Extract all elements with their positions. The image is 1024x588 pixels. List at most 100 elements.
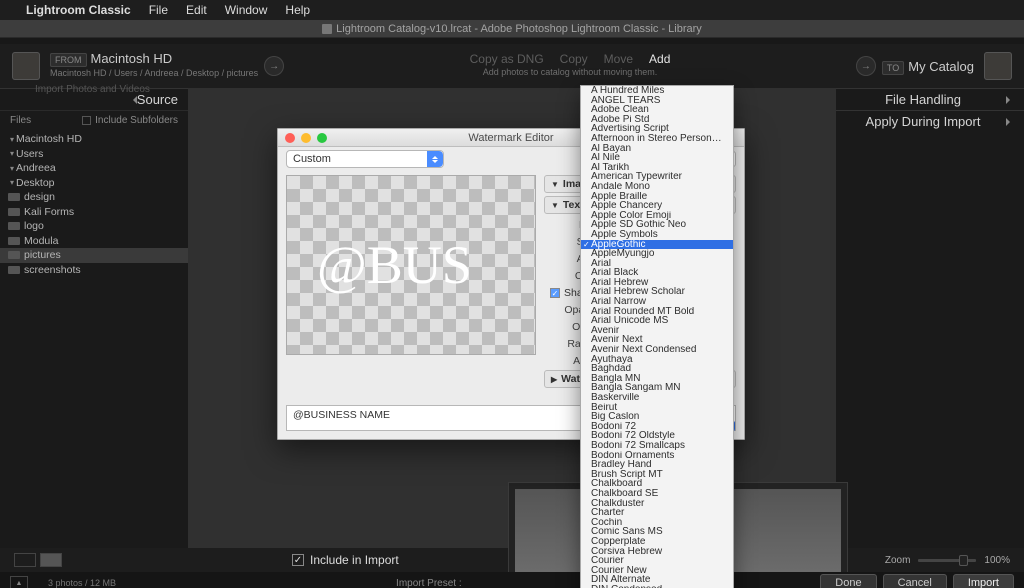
font-option[interactable]: Courier New: [581, 566, 733, 576]
font-option[interactable]: Andale Mono: [581, 182, 733, 192]
font-option[interactable]: DIN Alternate: [581, 575, 733, 585]
view-mode-switch[interactable]: [14, 553, 62, 567]
op-copy[interactable]: Copy: [560, 53, 588, 66]
view-loupe-icon[interactable]: [40, 553, 62, 567]
font-option[interactable]: Avenir Next Condensed: [581, 345, 733, 355]
to-label: TO: [882, 61, 904, 75]
font-option[interactable]: Arial: [581, 259, 733, 269]
font-option[interactable]: Bangla MN: [581, 374, 733, 384]
minimize-icon[interactable]: [301, 133, 311, 143]
font-option[interactable]: Al Tarikh: [581, 163, 733, 173]
font-option[interactable]: Baghdad: [581, 364, 733, 374]
font-option[interactable]: Adobe Pi Std: [581, 115, 733, 125]
tree-row: ▾Desktop: [0, 176, 188, 191]
op-copy-dng[interactable]: Copy as DNG: [470, 53, 544, 66]
shadow-checkbox[interactable]: ✓: [550, 288, 560, 298]
font-option[interactable]: Arial Hebrew: [581, 278, 733, 288]
font-option[interactable]: Adobe Clean: [581, 105, 733, 115]
font-option[interactable]: Beirut: [581, 403, 733, 413]
font-option[interactable]: American Typewriter: [581, 172, 733, 182]
font-dropdown-menu[interactable]: A Hundred MilesANGEL TEARSAdobe CleanAdo…: [580, 85, 734, 588]
file-handling-header[interactable]: File Handling: [836, 88, 1024, 110]
font-option[interactable]: Bodoni 72 Oldstyle: [581, 431, 733, 441]
window-title: Lightroom Catalog-v10.lrcat - Adobe Phot…: [336, 23, 702, 35]
view-grid-icon[interactable]: [14, 553, 36, 567]
op-add[interactable]: Add: [649, 53, 670, 66]
font-option[interactable]: ANGEL TEARS: [581, 96, 733, 106]
source-nav-button[interactable]: →: [264, 56, 284, 76]
font-option[interactable]: Bodoni 72 Smallcaps: [581, 441, 733, 451]
zoom-slider[interactable]: [918, 559, 976, 562]
chevron-updown-icon[interactable]: [427, 151, 443, 167]
app-menu[interactable]: Lightroom Classic: [26, 3, 131, 17]
include-in-import-label: Include in Import: [310, 553, 399, 567]
font-option[interactable]: Bodoni 72: [581, 422, 733, 432]
font-option[interactable]: Avenir Next: [581, 335, 733, 345]
include-subfolders-checkbox[interactable]: [82, 116, 91, 125]
expand-icon[interactable]: ▲: [10, 576, 28, 588]
font-option[interactable]: Bodoni Ornaments: [581, 451, 733, 461]
font-option[interactable]: Brush Script MT: [581, 470, 733, 480]
zoom-window-icon[interactable]: [317, 133, 327, 143]
right-panel: File Handling Apply During Import: [836, 88, 1024, 548]
from-volume[interactable]: Macintosh HD: [91, 51, 173, 66]
done-button[interactable]: Done: [820, 574, 876, 588]
to-volume[interactable]: My Catalog: [908, 59, 974, 74]
zoom-thumb[interactable]: [959, 555, 968, 566]
tree-row: ▾Andreea: [0, 161, 188, 176]
folder-tree[interactable]: ▾Macintosh HD ▾Users ▾Andreea ▾Desktop d…: [0, 130, 188, 548]
font-option[interactable]: Chalkboard: [581, 479, 733, 489]
font-option[interactable]: Apple Color Emoji: [581, 211, 733, 221]
font-option[interactable]: Big Caslon: [581, 412, 733, 422]
font-option[interactable]: Arial Rounded MT Bold: [581, 307, 733, 317]
include-in-import-checkbox[interactable]: ✓: [292, 554, 304, 566]
font-option[interactable]: Arial Black: [581, 268, 733, 278]
menu-file[interactable]: File: [149, 3, 168, 17]
cancel-button[interactable]: Cancel: [883, 574, 947, 588]
folder-icon: [8, 251, 20, 259]
font-option[interactable]: Avenir: [581, 326, 733, 336]
font-option[interactable]: Corsiva Hebrew: [581, 547, 733, 557]
font-option[interactable]: Apple Chancery: [581, 201, 733, 211]
font-option[interactable]: Arial Unicode MS: [581, 316, 733, 326]
font-option[interactable]: Chalkboard SE: [581, 489, 733, 499]
font-option[interactable]: Comic Sans MS: [581, 527, 733, 537]
font-option[interactable]: Arial Narrow: [581, 297, 733, 307]
font-option[interactable]: Al Nile: [581, 153, 733, 163]
font-option[interactable]: Charter: [581, 508, 733, 518]
tree-row-selected: pictures: [0, 248, 188, 263]
watermark-preset-combo[interactable]: Custom: [286, 150, 444, 168]
apply-during-import-label: Apply During Import: [866, 114, 981, 129]
photo-count: 3 photos / 12 MB: [48, 578, 116, 588]
font-option[interactable]: Cochin: [581, 518, 733, 528]
font-option[interactable]: Bradley Hand: [581, 460, 733, 470]
font-option[interactable]: Apple Symbols: [581, 230, 733, 240]
font-option[interactable]: Baskerville: [581, 393, 733, 403]
font-option[interactable]: Advertising Script: [581, 124, 733, 134]
menu-help[interactable]: Help: [285, 3, 310, 17]
dest-nav-button[interactable]: →: [856, 56, 876, 76]
font-option[interactable]: A Hundred Miles: [581, 86, 733, 96]
font-option[interactable]: Apple Braille: [581, 192, 733, 202]
import-dialog-title: Import Photos and Videos: [35, 84, 150, 95]
tree-row-root: ▾Macintosh HD: [0, 132, 188, 147]
font-option[interactable]: Chalkduster: [581, 499, 733, 509]
left-panel: Source Files Include Subfolders ▾Macinto…: [0, 88, 188, 548]
apply-during-import-header[interactable]: Apply During Import: [836, 110, 1024, 132]
font-option[interactable]: Apple SD Gothic Neo: [581, 220, 733, 230]
font-option[interactable]: Copperplate: [581, 537, 733, 547]
import-preset-label[interactable]: Import Preset :: [396, 578, 462, 588]
font-option[interactable]: AppleMyungjo: [581, 249, 733, 259]
op-move[interactable]: Move: [604, 53, 633, 66]
close-icon[interactable]: [285, 133, 295, 143]
font-option[interactable]: Bangla Sangam MN: [581, 383, 733, 393]
font-option[interactable]: AppleGothic: [581, 240, 733, 250]
font-option[interactable]: Al Bayan: [581, 144, 733, 154]
menu-window[interactable]: Window: [225, 3, 268, 17]
font-option[interactable]: Afternoon in Stereo Personal Us: [581, 134, 733, 144]
font-option[interactable]: Arial Hebrew Scholar: [581, 287, 733, 297]
import-button[interactable]: Import: [953, 574, 1014, 588]
font-option[interactable]: Ayuthaya: [581, 355, 733, 365]
menu-edit[interactable]: Edit: [186, 3, 207, 17]
font-option[interactable]: Courier: [581, 556, 733, 566]
